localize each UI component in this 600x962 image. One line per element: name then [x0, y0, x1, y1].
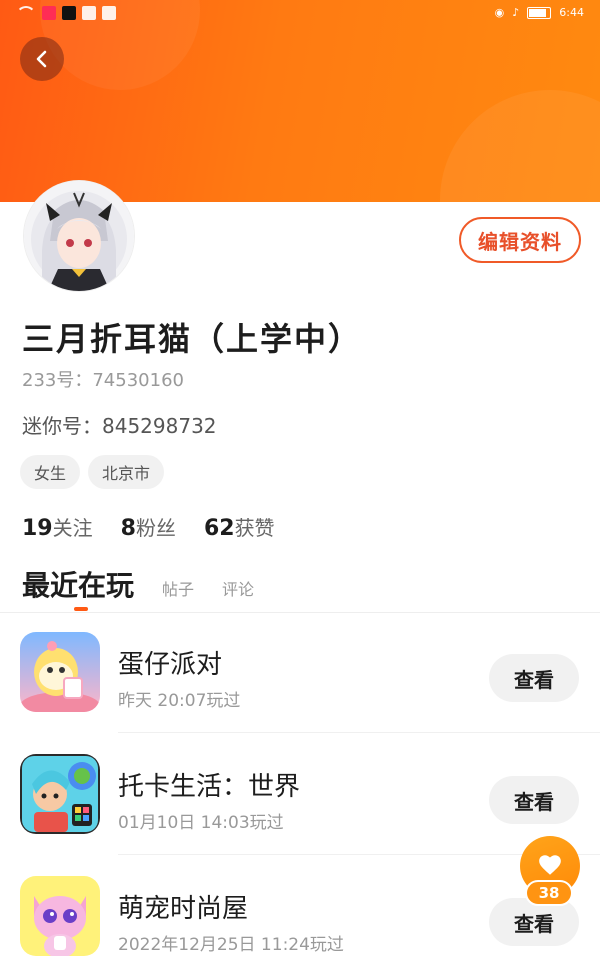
likes-count: 62 [203, 516, 235, 541]
following-count: 19 [22, 516, 53, 541]
last-played: 01月10日 14:03玩过 [118, 813, 284, 833]
heart-icon [539, 855, 561, 875]
mini-id-label: 迷你号： [22, 414, 102, 438]
list-item[interactable]: 蛋仔派对 昨天 20:07玩过 查看 [0, 618, 600, 718]
tabs-divider [0, 612, 600, 613]
game-name: 萌宠时尚屋 [118, 894, 249, 924]
following-stat[interactable]: 19关注 [22, 512, 93, 541]
banner-decoration [440, 90, 600, 202]
toca-life-world-icon [20, 754, 100, 834]
game-name: 托卡生活：世界 [118, 772, 301, 802]
followers-count: 8 [120, 516, 136, 541]
mute-icon: ♪ [512, 6, 520, 19]
status-bar: ◉ ♪ 6:44 [0, 0, 600, 28]
pet-fashion-house-icon [20, 876, 100, 956]
tiktok-icon [62, 6, 76, 20]
username: 三月折耳猫（上学中） [22, 320, 363, 358]
location-tag: 北京市 [88, 455, 165, 489]
likes-label: 获赞 [234, 516, 275, 540]
tab-recently-played[interactable]: 最近在玩 [22, 564, 134, 604]
view-button[interactable]: 查看 [489, 776, 579, 824]
user-id-row: 233号：74530160 [22, 366, 184, 392]
mini-id-row: 迷你号：845298732 [22, 410, 217, 439]
mini-id-value: 845298732 [102, 414, 217, 438]
edit-profile-button[interactable]: 编辑资料 [459, 217, 581, 263]
app-notification-icon [102, 6, 116, 20]
followers-label: 粉丝 [135, 516, 176, 540]
tab-comments[interactable]: 评论 [222, 576, 254, 600]
avatar[interactable] [24, 181, 134, 291]
anime-girl-avatar-image [24, 181, 134, 291]
list-divider [118, 732, 600, 733]
eggy-party-icon [20, 632, 100, 712]
app-notification-icon [82, 6, 96, 20]
view-button[interactable]: 查看 [489, 654, 579, 702]
notification-icon [42, 6, 56, 20]
chevron-left-icon [36, 50, 47, 68]
followers-stat[interactable]: 8粉丝 [121, 512, 176, 541]
user-id-value: 74530160 [92, 370, 184, 391]
last-played: 2022年12月25日 11:24玩过 [118, 935, 344, 955]
profile-tags: 女生 北京市 [20, 455, 165, 489]
following-label: 关注 [52, 516, 93, 540]
list-item[interactable]: 萌宠时尚屋 2022年12月25日 11:24玩过 查看 [0, 862, 600, 962]
gender-tag: 女生 [20, 455, 81, 489]
likes-stat[interactable]: 62获赞 [204, 512, 275, 541]
profile-banner [0, 0, 600, 202]
tab-posts[interactable]: 帖子 [162, 576, 194, 600]
like-count-badge: 38 [525, 880, 573, 906]
battery-icon [527, 6, 552, 19]
list-item[interactable]: 托卡生活：世界 01月10日 14:03玩过 查看 [0, 740, 600, 840]
wifi-icon [16, 6, 36, 20]
profile-stats: 19关注 8粉丝 62获赞 [22, 512, 275, 541]
active-tab-indicator [74, 607, 88, 611]
status-time: 6:44 [559, 6, 584, 19]
game-name: 蛋仔派对 [118, 650, 223, 680]
eye-icon: ◉ [494, 6, 505, 19]
user-id-label: 233号： [22, 370, 93, 391]
content-tabs: 最近在玩 帖子 评论 [22, 564, 254, 604]
last-played: 昨天 20:07玩过 [118, 691, 241, 711]
back-button[interactable] [20, 37, 64, 81]
